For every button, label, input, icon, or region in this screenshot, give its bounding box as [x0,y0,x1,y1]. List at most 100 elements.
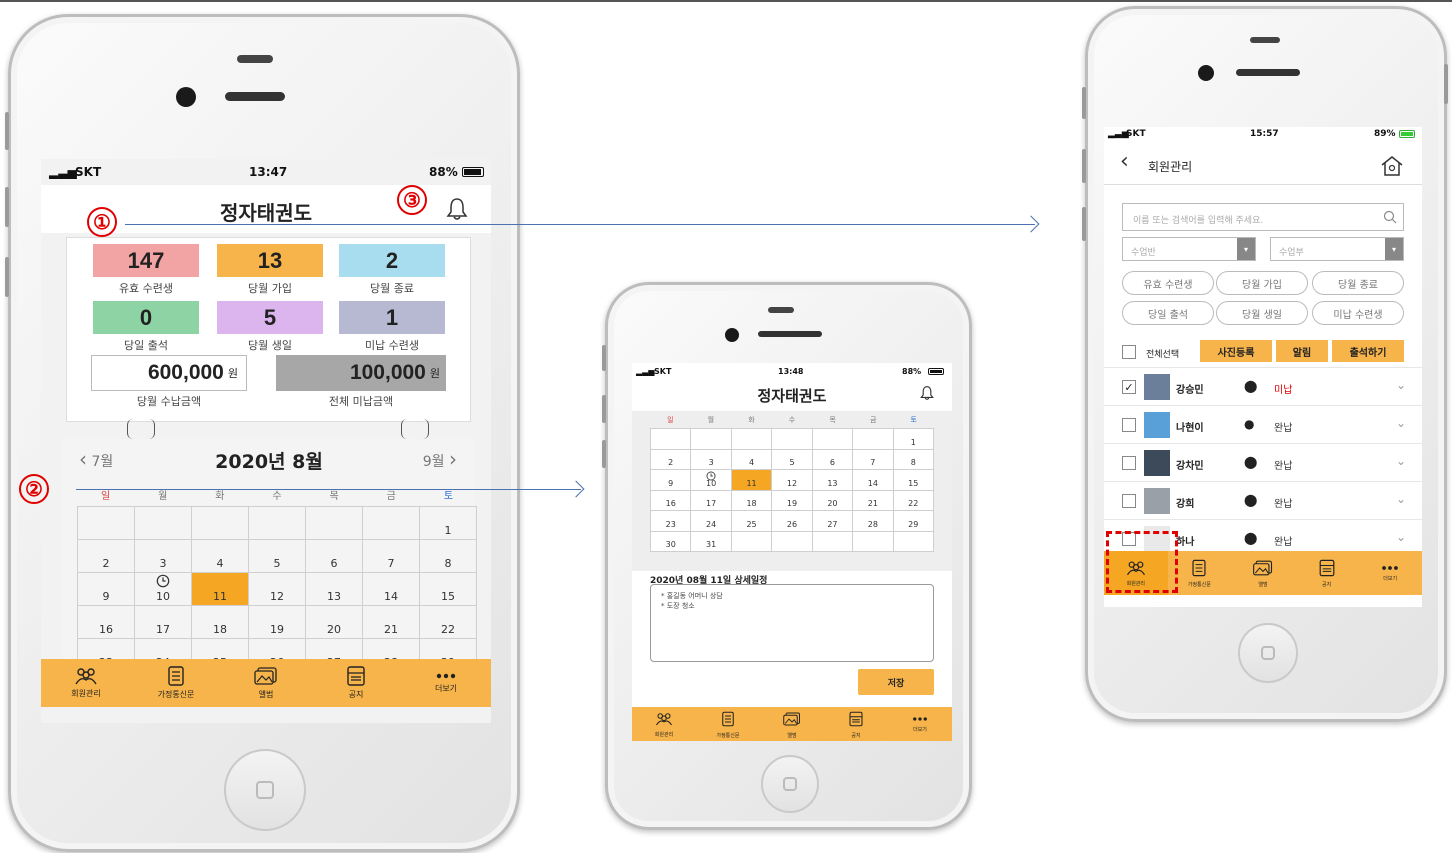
calendar-day[interactable]: 5 [772,449,813,470]
nav-item-1[interactable]: 회원관리 [632,707,696,741]
back-arrow-icon[interactable]: ‹ [1120,149,1129,174]
select-all-checkbox[interactable] [1122,345,1136,359]
stat-active-students[interactable]: 147 [93,244,199,277]
member-checkbox[interactable] [1122,456,1136,470]
calendar-day[interactable]: 3 [691,449,732,470]
nav-item-1[interactable]: 회원관리 [41,659,131,707]
calendar-day[interactable]: 12 [772,470,813,491]
calendar-day[interactable]: 3 [135,540,192,573]
member-checkbox[interactable]: ✓ [1122,380,1136,394]
member-checkbox[interactable] [1122,494,1136,508]
nav-item-5[interactable]: 더보기 [888,707,952,741]
notify-button[interactable]: 알림 [1276,340,1328,362]
member-row[interactable]: ✓ 강승민 ⬤ 미납 ⌄ [1104,368,1422,406]
total-unpaid-amount[interactable]: 100,000 원 [276,355,446,391]
calendar-day[interactable]: 1 [893,429,934,450]
chevron-down-icon[interactable]: ⌄ [1396,530,1406,544]
calendar-day[interactable]: 16 [78,606,135,639]
calendar-day[interactable]: 21 [363,606,420,639]
calendar-day[interactable]: 21 [853,490,894,511]
calendar-day[interactable]: 2 [651,449,692,470]
calendar-day[interactable]: 4 [192,540,249,573]
nav-item-3[interactable]: 앨범 [1231,551,1295,595]
calendar-day[interactable]: 22 [893,490,934,511]
class-select[interactable]: 수업반 ▾ [1122,237,1256,261]
nav-item-3[interactable]: 앨범 [221,659,311,707]
calendar-day[interactable]: 13 [306,573,363,606]
calendar-day[interactable]: 7 [853,449,894,470]
calendar-day[interactable]: 30 [651,531,692,552]
member-row[interactable]: 나현이 ● 완납 ⌄ [1104,406,1422,444]
nav-item-4[interactable]: 공지 [311,659,401,707]
filter-chip[interactable]: 당월 종료 [1312,271,1404,295]
nav-item-5[interactable]: 더보기 [401,659,491,707]
calendar-day[interactable]: 22 [420,606,477,639]
calendar-day[interactable]: 6 [306,540,363,573]
home-button[interactable] [761,755,819,813]
calendar-day[interactable]: 24 [691,511,732,532]
calendar-day[interactable]: 10 [135,573,192,606]
calendar-day[interactable]: 16 [651,490,692,511]
attendance-button[interactable]: 출석하기 [1332,340,1404,362]
chevron-down-icon[interactable]: ⌄ [1396,416,1406,430]
calendar-day[interactable]: 17 [135,606,192,639]
calendar-day[interactable]: 14 [363,573,420,606]
stat-monthly-join[interactable]: 13 [217,244,323,277]
calendar-day[interactable]: 17 [691,490,732,511]
calendar-day[interactable]: 18 [192,606,249,639]
calendar-day[interactable]: 19 [249,606,306,639]
search-input[interactable]: 이름 또는 검색어를 입력해 주세요. [1122,203,1404,231]
calendar-day[interactable]: 14 [853,470,894,491]
member-checkbox[interactable] [1122,418,1136,432]
calendar-day[interactable]: 29 [893,511,934,532]
save-button[interactable]: 저장 [858,669,934,695]
calendar-day[interactable]: 31 [691,531,732,552]
calendar-day[interactable]: 8 [420,540,477,573]
calendar-day[interactable]: 4 [731,449,773,470]
chevron-down-icon[interactable]: ⌄ [1396,454,1406,468]
calendar-day[interactable]: 26 [772,511,813,532]
calendar-day[interactable]: 9 [78,573,135,606]
filter-chip[interactable]: 당월 가입 [1216,271,1308,295]
filter-chip[interactable]: 당월 생일 [1216,301,1308,325]
calendar-day[interactable]: 2 [78,540,135,573]
chevron-down-icon[interactable]: ⌄ [1396,492,1406,506]
detail-textarea[interactable]: * 홍길동 어머니 상담 * 도장 청소 [650,584,934,662]
bell-icon[interactable] [446,197,468,221]
nav-item-2[interactable]: 가정통신문 [696,707,760,741]
calendar-day[interactable]: 25 [731,511,773,532]
calendar-day[interactable]: 20 [812,490,854,511]
bell-icon[interactable] [920,385,934,401]
nav-item-4[interactable]: 공지 [824,707,888,741]
monthly-paid-amount[interactable]: 600,000 원 [91,355,247,391]
stat-today-attendance[interactable]: 0 [93,301,199,334]
home-button[interactable] [1238,623,1298,683]
stat-monthly-birthday[interactable]: 5 [217,301,323,334]
stat-monthly-end[interactable]: 2 [339,244,445,277]
nav-item-2[interactable]: 가정통신문 [131,659,221,707]
next-month[interactable]: 9월 › [423,447,457,471]
calendar-day[interactable]: 12 [249,573,306,606]
calendar-day[interactable]: 11 [192,573,249,606]
member-row[interactable]: 강차민 ⬤ 완납 ⌄ [1104,444,1422,482]
nav-item-3[interactable]: 앨범 [760,707,824,741]
group-select[interactable]: 수업부 ▾ [1270,237,1404,261]
home-button[interactable] [224,749,306,831]
calendar-day[interactable]: 27 [812,511,854,532]
chevron-down-icon[interactable]: ⌄ [1396,378,1406,392]
calendar-day[interactable]: 20 [306,606,363,639]
calendar-day[interactable]: 28 [853,511,894,532]
photo-register-button[interactable]: 사진등록 [1200,340,1272,362]
home-icon[interactable] [1380,155,1404,177]
filter-chip[interactable]: 당일 출석 [1122,301,1214,325]
calendar-day[interactable]: 23 [651,511,692,532]
calendar-day[interactable]: 6 [812,449,854,470]
calendar-day[interactable]: 15 [893,470,934,491]
calendar-day[interactable]: 13 [812,470,854,491]
calendar-day[interactable]: 18 [731,490,773,511]
calendar-day[interactable]: 15 [420,573,477,606]
calendar-day[interactable]: 8 [893,449,934,470]
calendar-day[interactable]: 7 [363,540,420,573]
member-row[interactable]: 강희 ⬤ 완납 ⌄ [1104,482,1422,520]
filter-chip[interactable]: 유효 수련생 [1122,271,1214,295]
